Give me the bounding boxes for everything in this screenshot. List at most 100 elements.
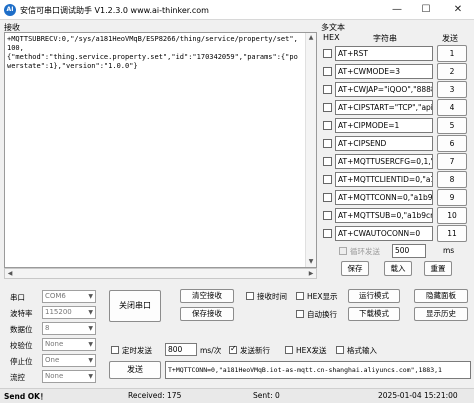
loop-unit-label: ms bbox=[443, 246, 455, 255]
hex-checkbox[interactable] bbox=[323, 49, 332, 58]
command-input[interactable]: AT+MQTTUSERCFG=0,1," bbox=[335, 154, 433, 169]
format-input-checkbox[interactable] bbox=[336, 346, 344, 354]
auto-newline-label: 自动换行 bbox=[307, 310, 337, 319]
baud-value: 115200 bbox=[45, 308, 72, 316]
hex-display-checkbox[interactable] bbox=[296, 292, 304, 300]
row-send-button[interactable]: 3 bbox=[437, 81, 467, 98]
chevron-down-icon: ▼ bbox=[88, 373, 93, 380]
hex-display-label: HEX显示 bbox=[307, 292, 338, 301]
port-select[interactable]: COM6 ▼ bbox=[42, 290, 96, 303]
command-input[interactable]: AT+MQTTCLIENTID=0,"a1 bbox=[335, 172, 433, 187]
row-send-button[interactable]: 4 bbox=[437, 99, 467, 116]
status-time: 2025-01-04 15:21:00 bbox=[378, 391, 458, 400]
hex-checkbox[interactable] bbox=[323, 193, 332, 202]
hide-panel-button[interactable]: 隐藏面板 bbox=[414, 289, 468, 303]
close-port-button[interactable]: 关闭串口 bbox=[109, 290, 161, 322]
timed-unit-label: ms/次 bbox=[200, 346, 222, 355]
timed-send-checkbox[interactable] bbox=[111, 346, 119, 354]
row-send-button[interactable]: 1 bbox=[437, 45, 467, 62]
port-label: 串口 bbox=[10, 293, 25, 302]
status-bar: Send OK！ Received: 175 Sent: 0 2025-01-0… bbox=[0, 388, 474, 403]
command-input[interactable]: AT+CWAUTOCONN=0 bbox=[335, 226, 433, 241]
hex-checkbox[interactable] bbox=[323, 211, 332, 220]
chevron-down-icon: ▼ bbox=[88, 293, 93, 300]
timed-interval-input[interactable]: 800 bbox=[165, 343, 197, 356]
hex-send-checkbox[interactable] bbox=[285, 346, 293, 354]
app-logo-icon: AI bbox=[4, 4, 16, 16]
row-send-button[interactable]: 5 bbox=[437, 117, 467, 134]
multi-text-title: 多文本 bbox=[321, 23, 345, 32]
send-newline-checkbox[interactable] bbox=[229, 344, 237, 354]
flow-select[interactable]: None ▼ bbox=[42, 370, 96, 383]
send-column-header: 发送 bbox=[442, 34, 458, 43]
port-value: COM6 bbox=[45, 292, 66, 300]
hex-checkbox[interactable] bbox=[323, 157, 332, 166]
hex-checkbox[interactable] bbox=[323, 229, 332, 238]
hex-send-label: HEX发送 bbox=[296, 346, 327, 355]
load-button[interactable]: 载入 bbox=[384, 261, 412, 276]
row-send-button[interactable]: 8 bbox=[437, 171, 467, 188]
flow-value: None bbox=[45, 372, 64, 380]
row-send-button[interactable]: 11 bbox=[437, 225, 467, 242]
receive-time-checkbox[interactable] bbox=[246, 292, 254, 300]
hex-column-header: HEX bbox=[323, 33, 340, 42]
command-input[interactable]: AT+CIPMODE=1 bbox=[335, 118, 433, 133]
databits-select[interactable]: 8 ▼ bbox=[42, 322, 96, 335]
received-count: Received: 175 bbox=[128, 391, 182, 400]
scroll-up-icon[interactable]: ▲ bbox=[306, 33, 316, 43]
chevron-down-icon: ▼ bbox=[88, 341, 93, 348]
show-history-button[interactable]: 显示历史 bbox=[414, 307, 468, 321]
download-mode-button[interactable]: 下载模式 bbox=[348, 307, 400, 321]
multi-text-row: AT+MQTTUSERCFG=0,1," 7 bbox=[321, 153, 471, 170]
auto-newline-checkbox[interactable] bbox=[296, 310, 304, 318]
save-button[interactable]: 保存 bbox=[341, 261, 369, 276]
command-input[interactable]: AT+CIPSTART="TCP","api. bbox=[335, 100, 433, 115]
send-input[interactable]: T+MQTTCONN=0,"a181HeoVMqB.iot-as-mqtt.cn… bbox=[165, 361, 471, 379]
hex-checkbox[interactable] bbox=[323, 121, 332, 130]
status-state: Send OK！ bbox=[4, 392, 48, 401]
receive-text: +MQTTSUBRECV:0,"/sys/a181HeoVMqB/ESP8266… bbox=[7, 35, 298, 70]
stopbits-select[interactable]: One ▼ bbox=[42, 354, 96, 367]
horizontal-scrollbar[interactable]: ◀ ▶ bbox=[4, 268, 317, 279]
save-receive-button[interactable]: 保存接收 bbox=[180, 307, 234, 321]
scroll-down-icon[interactable]: ▼ bbox=[306, 257, 316, 267]
window-title: 安信可串口调试助手 V1.2.3.0 www.ai-thinker.com bbox=[20, 6, 209, 15]
multi-text-row: AT+CIPSEND 6 bbox=[321, 135, 471, 152]
loop-send-checkbox[interactable] bbox=[339, 247, 347, 255]
row-send-button[interactable]: 6 bbox=[437, 135, 467, 152]
parity-value: None bbox=[45, 340, 64, 348]
hex-checkbox[interactable] bbox=[323, 103, 332, 112]
command-input[interactable]: AT+CIPSEND bbox=[335, 136, 433, 151]
command-input[interactable]: AT+CWMODE=3 bbox=[335, 64, 433, 79]
hex-checkbox[interactable] bbox=[323, 85, 332, 94]
maximize-button[interactable]: ☐ bbox=[413, 0, 439, 20]
row-send-button[interactable]: 9 bbox=[437, 189, 467, 206]
reset-button[interactable]: 重置 bbox=[424, 261, 452, 276]
row-send-button[interactable]: 10 bbox=[437, 207, 467, 224]
receive-time-label: 接收时间 bbox=[257, 292, 287, 301]
hex-checkbox[interactable] bbox=[323, 139, 332, 148]
scroll-right-icon[interactable]: ▶ bbox=[306, 269, 316, 279]
row-send-button[interactable]: 2 bbox=[437, 63, 467, 80]
clear-receive-button[interactable]: 清空接收 bbox=[180, 289, 234, 303]
row-send-button[interactable]: 7 bbox=[437, 153, 467, 170]
hex-checkbox[interactable] bbox=[323, 175, 332, 184]
chevron-down-icon: ▼ bbox=[88, 325, 93, 332]
close-button[interactable]: ✕ bbox=[442, 0, 474, 20]
baud-select[interactable]: 115200 ▼ bbox=[42, 306, 96, 319]
vertical-scrollbar[interactable]: ▲ ▼ bbox=[305, 33, 316, 267]
command-input[interactable]: AT+MQTTSUB=0,"a1b9cr bbox=[335, 208, 433, 223]
loop-interval-input[interactable]: 500 bbox=[392, 244, 426, 258]
multi-text-row: AT+MQTTCLIENTID=0,"a1 8 bbox=[321, 171, 471, 188]
run-mode-button[interactable]: 运行模式 bbox=[348, 289, 400, 303]
minimize-button[interactable]: — bbox=[384, 0, 410, 20]
parity-select[interactable]: None ▼ bbox=[42, 338, 96, 351]
command-input[interactable]: AT+RST bbox=[335, 46, 433, 61]
command-input[interactable]: AT+CWJAP="iQOO","8888 bbox=[335, 82, 433, 97]
scroll-left-icon[interactable]: ◀ bbox=[5, 269, 15, 279]
command-input[interactable]: AT+MQTTCONN=0,"a1b9o bbox=[335, 190, 433, 205]
hex-checkbox[interactable] bbox=[323, 67, 332, 76]
string-column-header: 字符串 bbox=[373, 34, 397, 43]
receive-textarea[interactable]: +MQTTSUBRECV:0,"/sys/a181HeoVMqB/ESP8266… bbox=[4, 32, 317, 268]
send-button[interactable]: 发送 bbox=[109, 361, 161, 379]
